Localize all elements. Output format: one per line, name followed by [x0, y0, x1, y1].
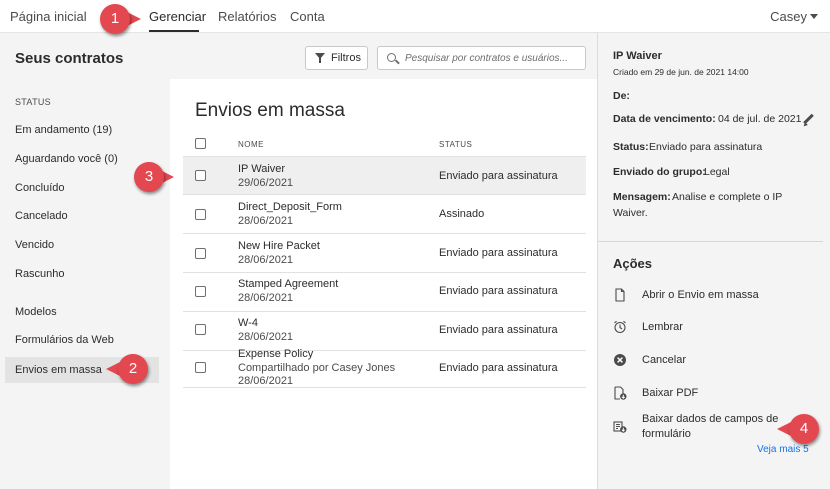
row-name: New Hire Packet	[238, 240, 320, 252]
sidebar-item-waiting[interactable]: Aguardando você (0)	[15, 153, 118, 165]
details-due-label: Data de vencimento:	[613, 113, 716, 125]
page-title: Seus contratos	[15, 50, 124, 67]
column-header-status[interactable]: STATUS	[439, 140, 472, 149]
action-open-mass-send[interactable]: Abrir o Envio em massa	[642, 289, 759, 301]
details-due-value: 04 de jul. de 2021	[718, 113, 802, 125]
user-menu[interactable]: Casey	[770, 9, 818, 24]
row-checkbox[interactable]	[195, 209, 206, 220]
download-form-data-icon	[613, 421, 627, 433]
table-row[interactable]: Expense Policy Compartilhado por Casey J…	[183, 348, 586, 388]
row-date: 28/06/2021	[238, 254, 294, 266]
row-status: Enviado para assinatura	[439, 285, 558, 297]
sidebar-item-in-progress[interactable]: Em andamento (19)	[15, 124, 112, 136]
sidebar-item-canceled[interactable]: Cancelado	[15, 210, 68, 222]
row-checkbox[interactable]	[195, 248, 206, 259]
row-date: 28/06/2021	[238, 331, 294, 343]
column-header-name[interactable]: NOME	[238, 140, 264, 149]
callout-badge-2: 2	[118, 354, 148, 384]
table-row[interactable]: IP Waiver 29/06/2021 Enviado para assina…	[183, 157, 586, 195]
sidebar-item-completed[interactable]: Concluído	[15, 182, 65, 194]
row-status: Enviado para assinatura	[439, 247, 558, 259]
action-download-form-data[interactable]: Baixar dados de campos de	[642, 413, 778, 425]
nav-home[interactable]: Página inicial	[10, 9, 87, 24]
sidebar-item-mass-sends[interactable]: Envios em massa	[15, 364, 102, 376]
details-group-label: Enviado do grupo:	[613, 166, 706, 178]
row-date: 28/06/2021	[238, 215, 294, 227]
cancel-icon	[614, 354, 626, 366]
sidebar-item-templates[interactable]: Modelos	[15, 306, 57, 318]
details-status-label: Status:	[613, 141, 649, 153]
alarm-clock-icon	[614, 320, 626, 334]
row-shared-by: Compartilhado por Casey Jones	[238, 362, 396, 374]
row-status: Assinado	[439, 208, 485, 220]
search-input[interactable]	[405, 50, 580, 66]
details-divider	[598, 241, 823, 242]
filter-button[interactable]: Filtros	[305, 46, 368, 70]
sidebar-item-expired[interactable]: Vencido	[15, 239, 54, 251]
row-name: Direct_Deposit_Form	[238, 201, 342, 213]
sidebar-item-web-forms[interactable]: Formulários da Web	[15, 334, 114, 346]
details-message-value-cont: Waiver.	[613, 207, 648, 219]
action-remind[interactable]: Lembrar	[642, 321, 683, 333]
row-checkbox[interactable]	[195, 324, 206, 335]
row-checkbox[interactable]	[195, 286, 206, 297]
nav-manage[interactable]: Gerenciar	[149, 9, 206, 24]
details-from-label: De:	[613, 90, 630, 102]
details-group-value: Legal	[704, 166, 730, 178]
row-date: 28/06/2021	[238, 292, 294, 304]
filter-icon-stem	[319, 58, 321, 63]
nav-reports[interactable]: Relatórios	[218, 9, 277, 24]
row-status: Enviado para assinatura	[439, 362, 558, 374]
nav-active-underline	[149, 30, 199, 32]
row-status: Enviado para assinatura	[439, 324, 558, 336]
sidebar-item-draft[interactable]: Rascunho	[15, 268, 65, 280]
row-date: 29/06/2021	[238, 177, 294, 189]
nav-account[interactable]: Conta	[290, 9, 325, 24]
table-row[interactable]: W-4 28/06/2021 Enviado para assinatura	[183, 313, 586, 351]
table-row[interactable]: Direct_Deposit_Form 28/06/2021 Assinado	[183, 196, 586, 234]
table-row[interactable]: New Hire Packet 28/06/2021 Enviado para …	[183, 235, 586, 273]
search-box[interactable]	[377, 46, 586, 70]
row-checkbox[interactable]	[195, 170, 206, 181]
row-name: Expense Policy	[238, 348, 314, 360]
select-all-checkbox[interactable]	[195, 138, 206, 149]
details-title: IP Waiver	[613, 50, 662, 62]
row-checkbox[interactable]	[195, 362, 206, 373]
callout-badge-3: 3	[134, 162, 164, 192]
user-name: Casey	[770, 9, 807, 24]
callout-badge-1: 1	[100, 4, 130, 34]
actions-heading: Ações	[613, 256, 653, 271]
document-icon	[615, 288, 625, 302]
status-heading: STATUS	[15, 97, 51, 107]
row-status: Enviado para assinatura	[439, 170, 558, 182]
details-created: Criado em 29 de jun. de 2021 14:00	[613, 67, 749, 77]
search-icon-handle	[395, 59, 400, 65]
chevron-down-icon	[810, 14, 818, 19]
action-download-form-data-cont[interactable]: formulário	[642, 428, 691, 440]
filter-label: Filtros	[331, 52, 361, 64]
table-row[interactable]: Stamped Agreement 28/06/2021 Enviado par…	[183, 274, 586, 312]
row-name: W-4	[238, 317, 258, 329]
see-more-link[interactable]: Veja mais 5	[757, 444, 809, 455]
action-cancel[interactable]: Cancelar	[642, 354, 686, 366]
details-status-value: Enviado para assinatura	[649, 141, 763, 153]
download-pdf-icon	[614, 386, 627, 400]
action-download-pdf[interactable]: Baixar PDF	[642, 387, 698, 399]
list-title: Envios em massa	[195, 100, 345, 121]
row-name: Stamped Agreement	[238, 278, 339, 290]
callout-badge-4: 4	[789, 414, 819, 444]
details-message-label: Mensagem:	[613, 191, 671, 203]
row-name: IP Waiver	[238, 163, 286, 175]
row-date: 28/06/2021	[238, 375, 294, 387]
details-message-value: Analise e complete o IP	[672, 191, 783, 203]
